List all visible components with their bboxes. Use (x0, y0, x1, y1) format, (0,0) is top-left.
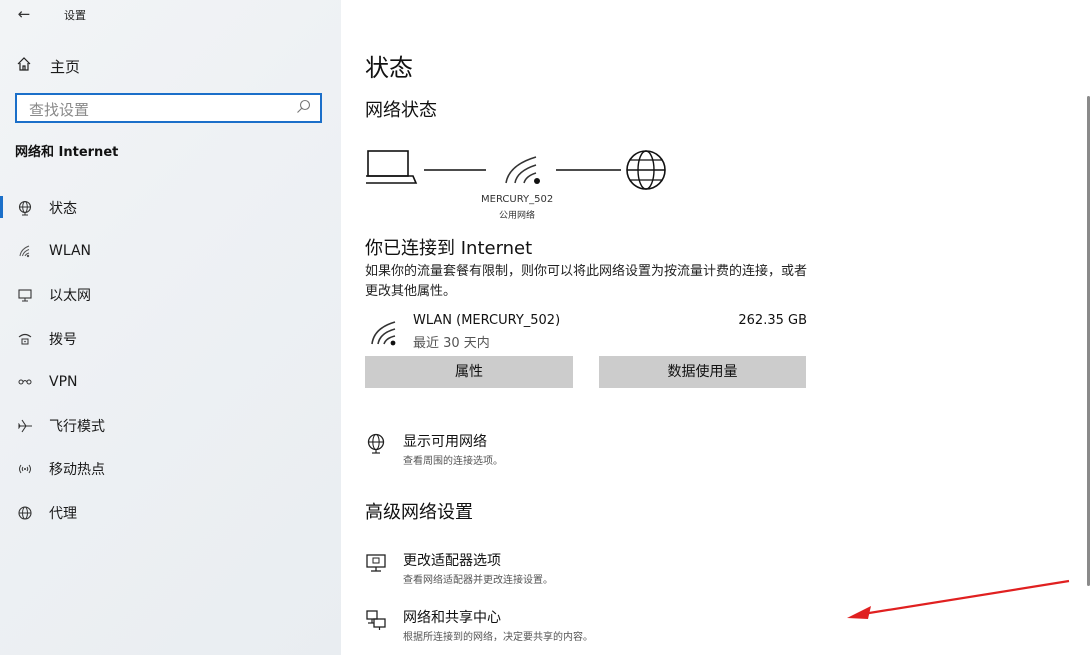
adapter-options-title: 更改适配器选项 (403, 553, 501, 569)
sidebar-item-airplane[interactable]: 飞行模式 (0, 404, 341, 448)
dialup-icon (16, 330, 34, 348)
sidebar: ← 设置 主页 查找设置 网络和 Internet 状态 WLAN 以太网 拨号… (0, 0, 341, 655)
sidebar-item-label: VPN (49, 374, 78, 391)
sidebar-item-label: WLAN (49, 243, 92, 260)
advanced-settings-title: 高级网络设置 (365, 502, 473, 523)
sidebar-item-label: 飞行模式 (49, 418, 105, 435)
sidebar-item-label: 以太网 (49, 287, 91, 304)
network-type: 公用网络 (499, 211, 536, 221)
properties-button[interactable]: 属性 (365, 356, 573, 388)
sidebar-nav: 状态 WLAN 以太网 拨号 VPN 飞行模式 移动热点 代理 (0, 186, 341, 535)
adapter-options-desc: 查看网络适配器并更改连接设置。 (403, 575, 553, 586)
connection-description: 如果你的流量套餐有限制，则你可以将此网络设置为按流量计费的连接，或者更改其他属性… (365, 264, 808, 299)
sidebar-item-label: 拨号 (49, 331, 77, 348)
home-label: 主页 (50, 57, 81, 76)
globe-status-icon (16, 199, 34, 217)
globe-proxy-icon (16, 504, 34, 522)
back-button[interactable]: ← (14, 4, 34, 24)
network-sharing-icon (365, 609, 387, 631)
wlan-name: WLAN (MERCURY_502) (413, 313, 561, 328)
sidebar-item-status[interactable]: 状态 (0, 186, 341, 230)
wifi-icon (369, 318, 399, 346)
globe-stand-icon (365, 433, 387, 455)
app-title: 设置 (64, 9, 86, 22)
search-input[interactable]: 查找设置 (15, 93, 322, 123)
connection-status-title: 你已连接到 Internet (365, 238, 533, 259)
wifi-signal-icon (505, 156, 540, 184)
wlan-usage-row: WLAN (MERCURY_502) 最近 30 天内 262.35 GB (365, 312, 807, 352)
adapter-options-link[interactable]: 更改适配器选项 查看网络适配器并更改连接设置。 (365, 550, 825, 590)
main-content: 状态 网络状态 MERCURY_502 公用网络 你已连接到 Internet … (341, 0, 1091, 655)
show-networks-desc: 查看周围的连接选项。 (403, 456, 503, 467)
monitor-icon (365, 552, 387, 574)
home-icon (16, 56, 34, 76)
ethernet-icon (16, 286, 34, 304)
wifi-icon (16, 242, 34, 260)
sidebar-item-label: 代理 (49, 505, 77, 522)
search-placeholder: 查找设置 (29, 101, 90, 119)
network-status-title: 网络状态 (365, 100, 437, 121)
sidebar-item-vpn[interactable]: VPN (0, 360, 341, 404)
show-networks-title: 显示可用网络 (403, 434, 487, 450)
page-title: 状态 (365, 54, 413, 82)
internet-globe-icon (626, 150, 666, 190)
sidebar-item-hotspot[interactable]: 移动热点 (0, 448, 341, 492)
hotspot-icon (16, 460, 34, 478)
laptop-icon (366, 150, 418, 184)
sidebar-item-wlan[interactable]: WLAN (0, 230, 341, 274)
sidebar-item-ethernet[interactable]: 以太网 (0, 273, 341, 317)
sharing-center-link[interactable]: 网络和共享中心 根据所连接到的网络，决定要共享的内容。 (365, 607, 825, 647)
sharing-center-desc: 根据所连接到的网络，决定要共享的内容。 (403, 632, 593, 643)
sidebar-item-proxy[interactable]: 代理 (0, 491, 341, 535)
title-bar: ← 设置 (0, 0, 341, 30)
home-nav-item[interactable]: 主页 (16, 55, 80, 77)
annotation-arrow (847, 579, 1070, 619)
wlan-period: 最近 30 天内 (413, 336, 490, 351)
section-title: 网络和 Internet (15, 145, 119, 160)
data-usage-button[interactable]: 数据使用量 (599, 356, 806, 388)
search-icon[interactable] (296, 99, 311, 114)
sidebar-item-label: 状态 (49, 200, 77, 217)
vpn-icon (16, 373, 34, 391)
vertical-scrollbar[interactable] (1087, 96, 1090, 586)
sidebar-item-label: 移动热点 (49, 462, 105, 479)
show-networks-link[interactable]: 显示可用网络 查看周围的连接选项。 (365, 431, 825, 471)
wlan-data-usage: 262.35 GB (738, 313, 807, 328)
network-ssid: MERCURY_502 (481, 194, 554, 205)
sidebar-item-dialup[interactable]: 拨号 (0, 317, 341, 361)
sharing-center-title: 网络和共享中心 (403, 610, 501, 626)
airplane-icon (16, 417, 34, 435)
